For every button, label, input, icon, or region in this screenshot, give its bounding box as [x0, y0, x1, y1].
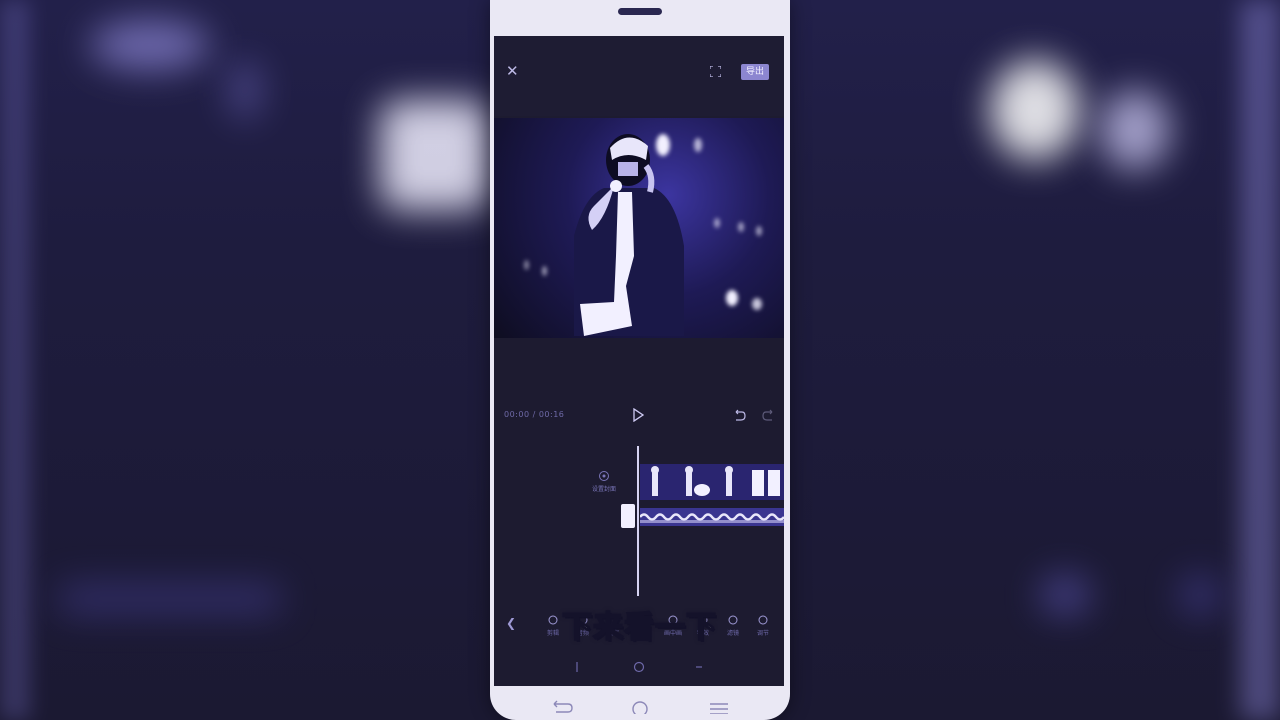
- export-button[interactable]: 导出: [741, 64, 770, 80]
- video-clip-track[interactable]: [640, 464, 784, 500]
- editor-top-bar: ✕ 导出: [494, 36, 784, 116]
- menu-key-icon[interactable]: [706, 700, 732, 714]
- adjust-icon: [758, 615, 768, 625]
- comment-nav-icon[interactable]: [632, 660, 646, 674]
- set-cover-button[interactable]: 设置封面: [592, 468, 616, 494]
- timeline-area: 设置封面: [494, 446, 784, 626]
- phone-speaker: [618, 8, 662, 15]
- backdrop-light: [990, 60, 1080, 160]
- play-icon[interactable]: [632, 408, 644, 422]
- fullscreen-icon[interactable]: [710, 66, 721, 77]
- set-cover-label: 设置封面: [592, 486, 617, 493]
- stage-light: [714, 218, 720, 228]
- stage-light: [542, 266, 547, 276]
- thumbnail-figure: [752, 470, 780, 496]
- more-nav-icon[interactable]: [692, 660, 706, 674]
- backdrop-left-edge: [0, 0, 30, 720]
- backdrop-right-edge: [1240, 0, 1280, 720]
- backdrop-light: [380, 100, 490, 210]
- audio-waveform-track[interactable]: [640, 508, 784, 526]
- stage-light: [738, 222, 744, 232]
- close-icon[interactable]: ✕: [506, 64, 519, 79]
- cover-icon: [599, 471, 609, 481]
- timecode-label: 00:00 / 00:16: [504, 410, 565, 419]
- chevron-left-icon[interactable]: ❮: [506, 616, 516, 630]
- home-key-icon[interactable]: [627, 700, 653, 714]
- video-subtitle: 下来看一下: [561, 609, 717, 646]
- clip-thumbnail: [676, 464, 713, 500]
- tool-filter[interactable]: 滤镜: [722, 612, 744, 638]
- thumbnail-figure: [725, 466, 733, 496]
- stage-light: [524, 260, 529, 270]
- backdrop-light: [1180, 575, 1220, 615]
- tool-cut[interactable]: 剪辑: [542, 612, 564, 638]
- stage-light: [752, 298, 762, 310]
- stage-light: [756, 226, 762, 236]
- redo-icon[interactable]: [762, 408, 776, 422]
- video-preview[interactable]: [494, 118, 784, 338]
- scissors-icon: [548, 615, 558, 625]
- backdrop-light: [90, 20, 210, 70]
- undo-icon[interactable]: [732, 408, 746, 422]
- clip-thumbnail: [640, 464, 677, 500]
- singer-figure: [574, 134, 684, 336]
- stage-light: [726, 290, 738, 306]
- tool-label: 滤镜: [726, 630, 739, 637]
- backdrop-light: [1040, 575, 1090, 615]
- thumbnail-figure: [685, 466, 710, 496]
- stage-light: [694, 138, 702, 152]
- filter-nav-icon[interactable]: [570, 660, 584, 674]
- backdrop-light: [1100, 90, 1170, 170]
- backdrop-light: [60, 585, 280, 613]
- backdrop-light: [230, 60, 260, 120]
- app-bottom-nav: [494, 652, 784, 686]
- tool-label: 调节: [756, 630, 769, 637]
- filter-icon: [728, 615, 738, 625]
- tool-adjust[interactable]: 调节: [752, 612, 774, 638]
- back-key-icon[interactable]: [548, 700, 574, 714]
- clip-thumbnail: [748, 464, 784, 500]
- playback-controls: 00:00 / 00:16: [494, 406, 784, 426]
- editor-screen: ✕ 导出 00:00 / 00:16 设置封面 ❮ 剪辑 音频 文字 贴纸 画中…: [494, 36, 784, 686]
- clip-trim-handle[interactable]: [621, 504, 635, 528]
- thumbnail-figure: [651, 466, 659, 496]
- playhead[interactable]: [637, 446, 639, 596]
- clip-thumbnail: [712, 464, 749, 500]
